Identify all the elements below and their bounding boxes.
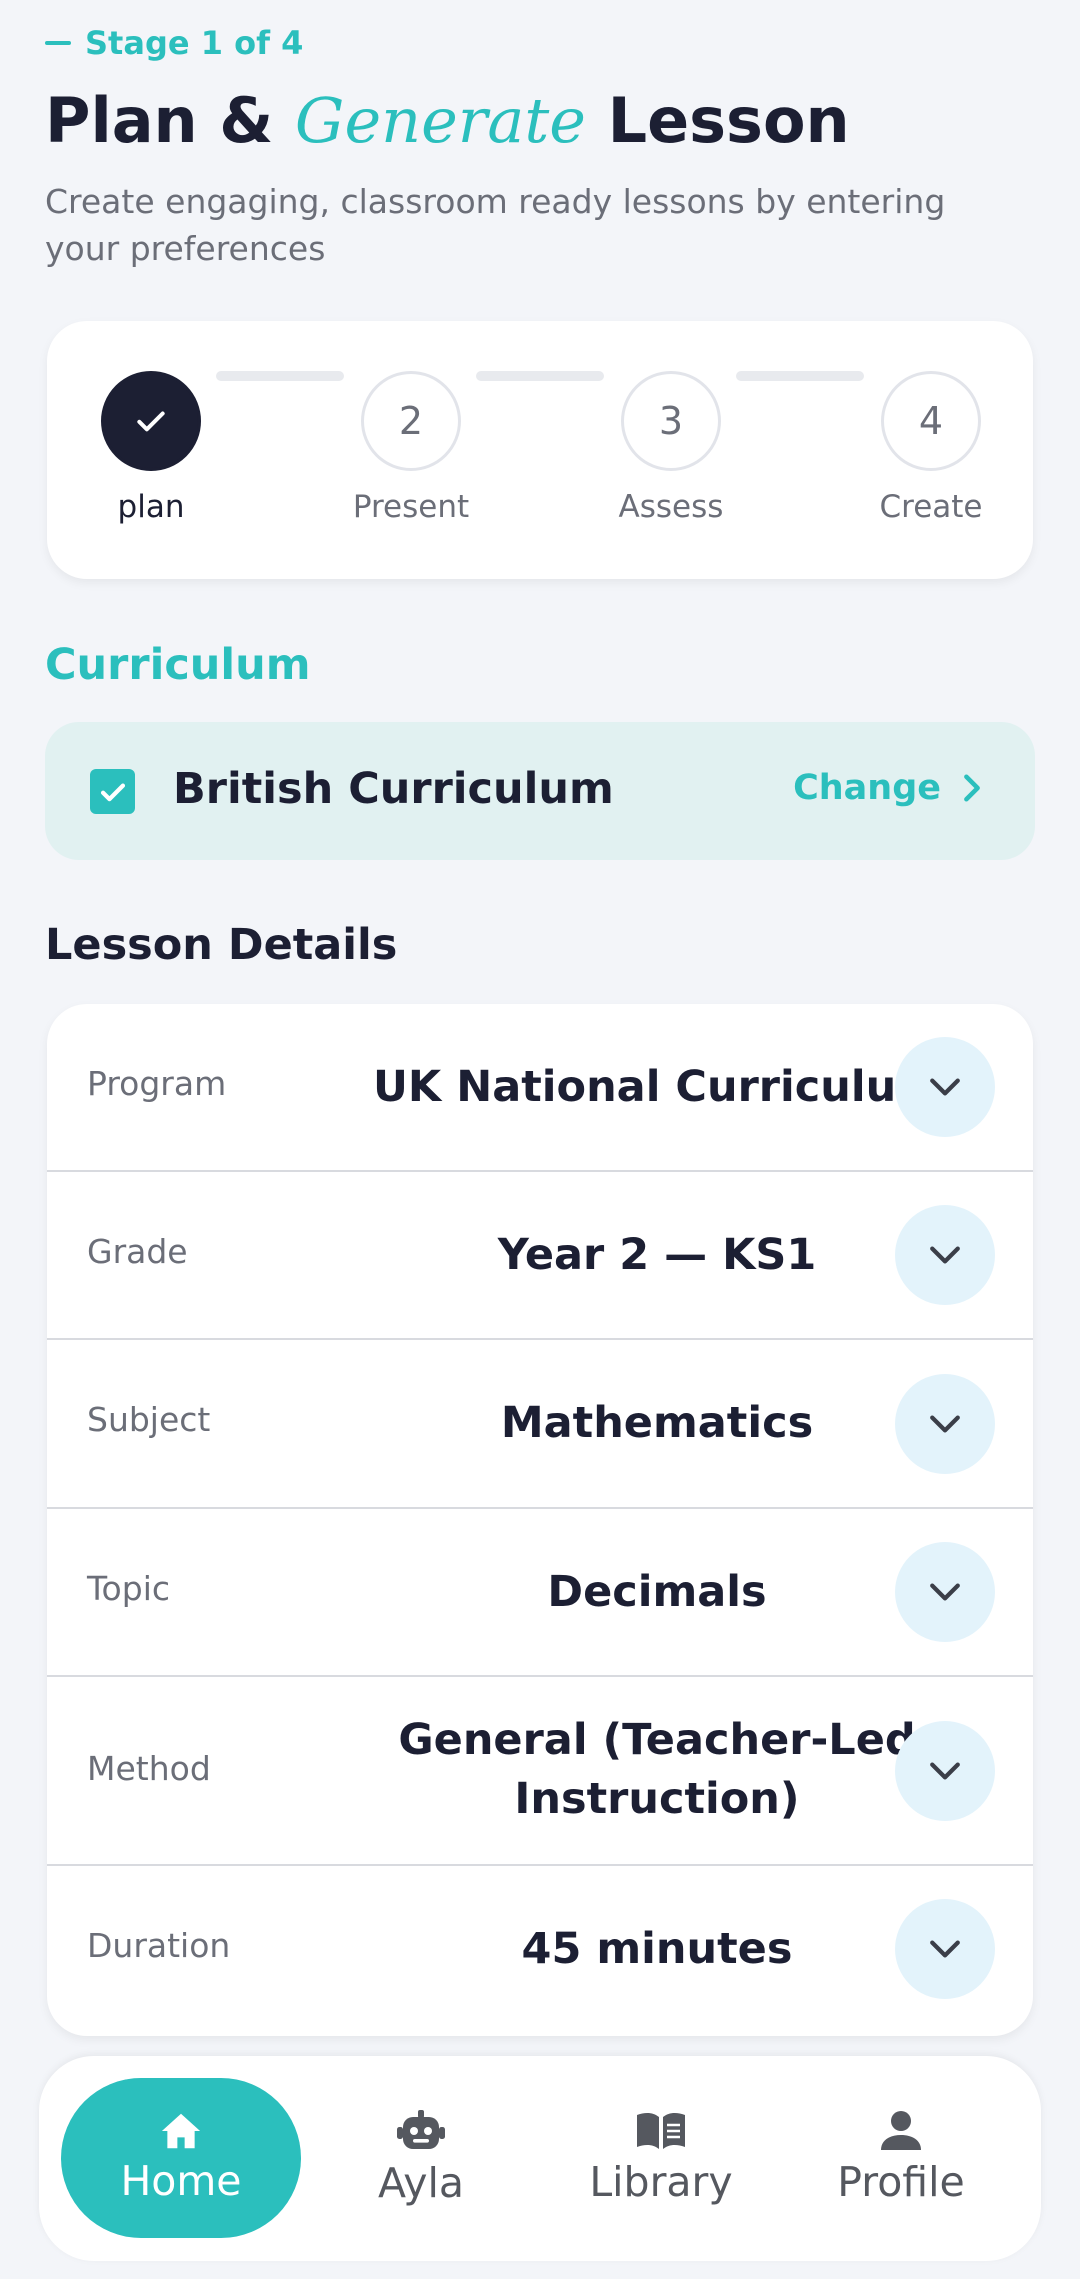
page-subtitle: Create engaging, classroom ready lessons… [45, 182, 946, 268]
row-label: Method [87, 1749, 211, 1788]
row-label: Program [87, 1064, 227, 1103]
chevron-down-icon [930, 1415, 960, 1433]
step-plan[interactable]: plan [61, 371, 241, 525]
stage-indicator: Stage 1 of 4 [45, 24, 303, 62]
curriculum-selection: British Curriculum Change [45, 722, 1035, 860]
curriculum-section-title: Curriculum [45, 640, 311, 690]
stage-dash [45, 41, 71, 45]
nav-label: Home [120, 2157, 242, 2205]
progress-stepper: plan 2 Present 3 Assess 4 Create [47, 321, 1033, 579]
nav-label: Library [589, 2158, 733, 2206]
detail-row-topic[interactable]: Topic Decimals [47, 1509, 1033, 1677]
change-label: Change [793, 768, 941, 808]
curriculum-checkbox[interactable] [90, 769, 135, 814]
step-label: plan [117, 489, 185, 525]
row-value: Mathematics [500, 1398, 814, 1448]
nav-label: Ayla [377, 2159, 465, 2207]
detail-row-subject[interactable]: Subject Mathematics [47, 1340, 1033, 1509]
row-label: Subject [87, 1400, 211, 1439]
bottom-navigation: Home Ayla Library Profile [39, 2056, 1041, 2261]
home-icon [161, 2113, 201, 2149]
page-title: Plan & Generate Lesson [45, 84, 850, 157]
dropdown-button[interactable] [895, 1899, 995, 1999]
dropdown-button[interactable] [895, 1205, 995, 1305]
check-icon [100, 783, 125, 801]
step-label: Create [879, 489, 983, 525]
row-value: UK National Curriculum [373, 1062, 941, 1112]
detail-row-grade[interactable]: Grade Year 2 — KS1 [47, 1172, 1033, 1340]
curriculum-name: British Curriculum [173, 764, 614, 814]
dropdown-button[interactable] [895, 1374, 995, 1474]
nav-library[interactable]: Library [541, 2078, 781, 2238]
person-icon [881, 2111, 921, 2150]
title-accent: Generate [294, 84, 586, 157]
detail-row-duration[interactable]: Duration 45 minutes [47, 1866, 1033, 2036]
chevron-down-icon [930, 1246, 960, 1264]
book-icon [637, 2112, 685, 2149]
step-circle: 4 [881, 371, 981, 471]
nav-label: Profile [837, 2158, 965, 2206]
detail-row-program[interactable]: Program UK National Curriculum [47, 1004, 1033, 1172]
check-icon [137, 411, 165, 432]
step-circle [101, 371, 201, 471]
chevron-down-icon [930, 1078, 960, 1096]
dropdown-button[interactable] [895, 1542, 995, 1642]
chevron-down-icon [930, 1762, 960, 1780]
detail-row-method[interactable]: Method General (Teacher-Led Instruction) [47, 1677, 1033, 1866]
row-label: Topic [87, 1569, 170, 1608]
step-circle: 2 [361, 371, 461, 471]
step-label: Present [352, 489, 470, 525]
step-circle: 3 [621, 371, 721, 471]
step-label: Assess [618, 489, 724, 525]
chevron-down-icon [930, 1583, 960, 1601]
lesson-details-title: Lesson Details [45, 920, 398, 970]
step-create[interactable]: 4 Create [841, 371, 1021, 525]
title-part2: Lesson [607, 84, 850, 157]
row-label: Duration [87, 1926, 231, 1965]
nav-home[interactable]: Home [61, 2078, 301, 2238]
row-value: General (Teacher-Led Instruction) [398, 1715, 916, 1824]
change-curriculum-button[interactable]: Change [793, 768, 985, 808]
chevron-right-icon [964, 774, 980, 802]
stage-label: Stage 1 of 4 [85, 24, 304, 62]
title-part1: Plan & [45, 84, 274, 157]
row-value: Year 2 — KS1 [497, 1230, 817, 1280]
row-value: Decimals [547, 1567, 767, 1617]
row-label: Grade [87, 1232, 188, 1271]
chevron-down-icon [930, 1940, 960, 1958]
nav-profile[interactable]: Profile [781, 2078, 1021, 2238]
nav-ayla[interactable]: Ayla [301, 2078, 541, 2238]
lesson-details-card: Program UK National Curriculum Grade Yea… [47, 1004, 1033, 2036]
dropdown-button[interactable] [895, 1721, 995, 1821]
dropdown-button[interactable] [895, 1037, 995, 1137]
step-assess[interactable]: 3 Assess [581, 371, 761, 525]
row-value: 45 minutes [521, 1924, 793, 1974]
robot-icon [397, 2110, 445, 2149]
step-present[interactable]: 2 Present [321, 371, 501, 525]
